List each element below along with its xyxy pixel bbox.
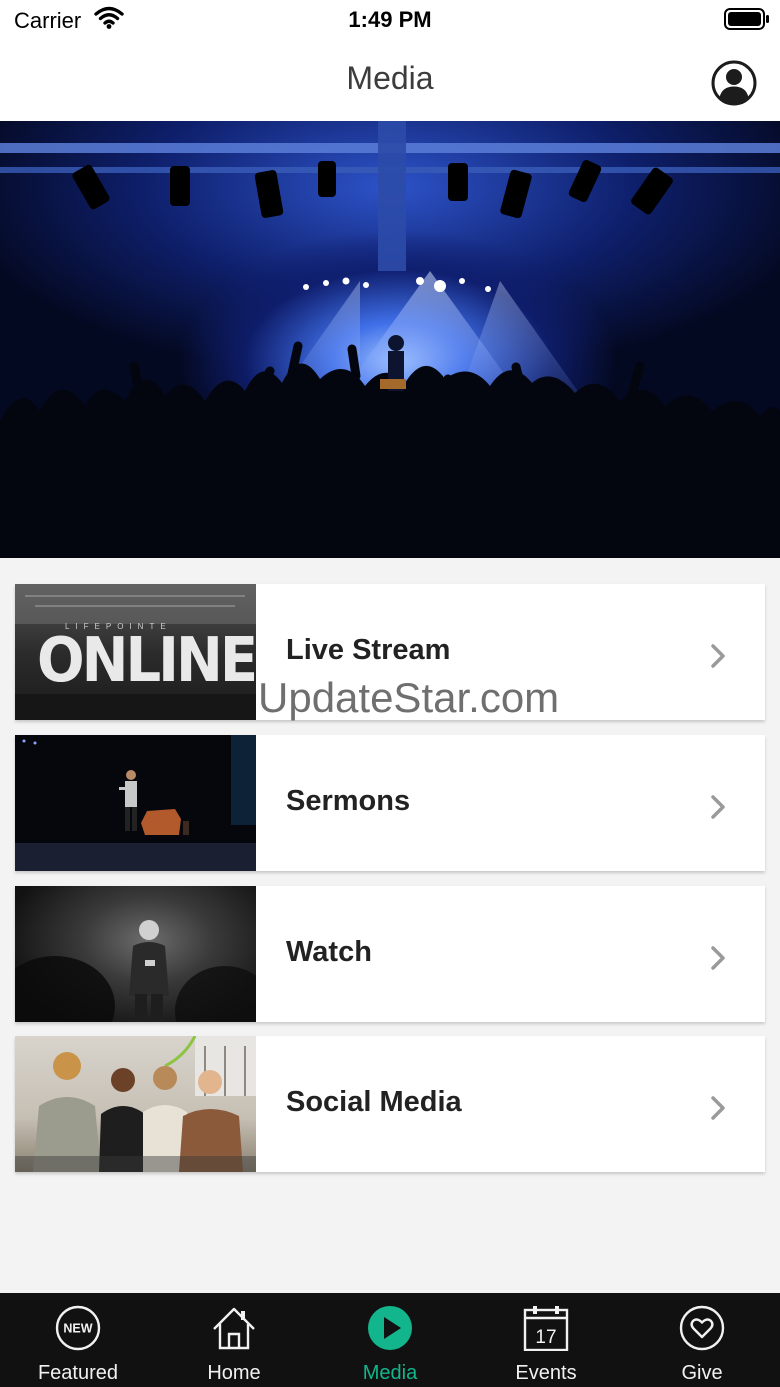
page-title: Media [346,60,434,96]
calendar-icon: 17 [523,1306,569,1351]
clock: 1:49 PM [348,7,432,32]
chevron-right-icon [711,1096,725,1120]
tab-label: Media [362,1362,418,1384]
watch-thumbnail [15,886,256,1022]
tab-featured[interactable]: NEW Featured [0,1293,156,1387]
card-social-media[interactable]: Social Media [15,1036,765,1172]
live-stream-thumbnail: LIFEPOINTE ONLINE [15,584,256,720]
tab-home[interactable]: Home [156,1293,312,1387]
tab-label: Featured [37,1362,119,1384]
tab-bar: NEW Featured Home Media 17 Events Give [0,1293,780,1387]
new-badge-icon: NEW [55,1305,101,1351]
sermons-thumbnail [15,735,256,871]
svg-text:NEW: NEW [63,1322,92,1336]
social-media-thumbnail [15,1036,256,1172]
chevron-right-icon [711,946,725,970]
tab-media[interactable]: Media [312,1293,468,1387]
play-icon [368,1306,412,1350]
card-label: Sermons [286,785,411,817]
card-sermons[interactable]: Sermons [15,735,765,871]
house-icon [213,1307,255,1350]
chevron-right-icon [711,644,725,668]
svg-text:17: 17 [535,1327,556,1348]
hero-image [0,121,780,558]
heart-icon [679,1305,725,1351]
tab-label: Home [207,1362,261,1384]
tab-label: Give [681,1362,723,1384]
chevron-right-icon [711,795,725,819]
tab-label: Events [515,1362,577,1384]
profile-icon[interactable] [711,60,757,106]
battery-icon [724,8,769,30]
online-title: ONLINE [37,624,256,697]
card-label: Watch [286,936,372,968]
tab-events[interactable]: 17 Events [468,1293,624,1387]
watermark: UpdateStar.com [258,674,560,721]
navigation-bar: Media [0,42,780,122]
tab-give[interactable]: Give [624,1293,780,1387]
card-watch[interactable]: Watch [15,886,765,1022]
status-bar: Carrier 1:49 PM [0,0,780,42]
card-label: Live Stream [286,634,451,666]
card-label: Social Media [286,1086,462,1118]
